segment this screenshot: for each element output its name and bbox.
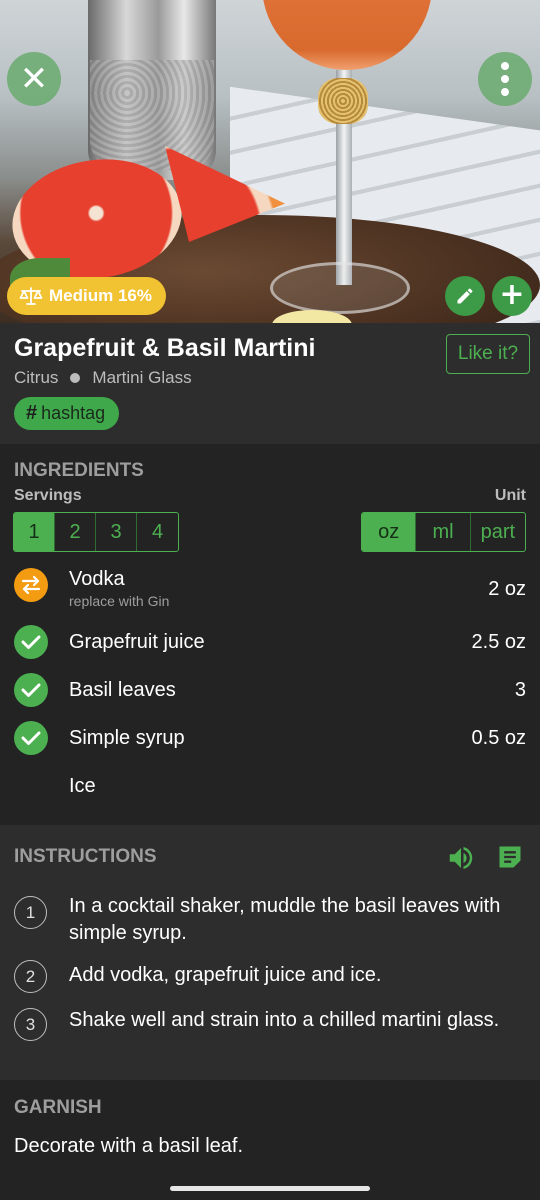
home-indicator[interactable] (170, 1186, 370, 1191)
check-icon[interactable] (14, 625, 48, 659)
unit-option-part[interactable]: part (471, 513, 525, 551)
ingredients-title: INGREDIENTS (14, 460, 144, 481)
step-number: 3 (14, 1008, 47, 1041)
instructions-title: INSTRUCTIONS (14, 846, 157, 867)
servings-label: Servings (14, 487, 82, 504)
instruction-step: 2 Add vodka, grapefruit juice and ice. (0, 960, 540, 993)
ingredient-amount: 0.5 oz (471, 727, 526, 749)
add-button[interactable]: + (492, 276, 532, 316)
close-button[interactable]: ✕ (7, 52, 61, 106)
recipe-header: Grapefruit & Basil Martini Citrus Martin… (0, 323, 540, 444)
unit-option-oz[interactable]: oz (362, 513, 417, 551)
check-icon[interactable] (14, 721, 48, 755)
ingredient-name: Ice (69, 775, 96, 797)
step-number: 1 (14, 896, 47, 929)
servings-option-4[interactable]: 4 (137, 513, 178, 551)
ingredient-row[interactable]: Grapefruit juice 2.5 oz (0, 625, 540, 661)
garnish-title: GARNISH (14, 1097, 102, 1118)
instruction-step: 3 Shake well and strain into a chilled m… (0, 1007, 540, 1063)
strength-label: Medium 16% (49, 286, 152, 305)
glass-label: Martini Glass (92, 368, 192, 387)
strength-badge[interactable]: Medium 16% (7, 277, 166, 315)
step-text: Shake well and strain into a chilled mar… (69, 1009, 500, 1031)
ingredient-row[interactable]: Vodka replace with Gin 2 oz (0, 568, 540, 618)
garnish-section: GARNISH Decorate with a basil leaf. (0, 1080, 540, 1200)
ingredient-name: Simple syrup (69, 727, 185, 749)
close-icon: ✕ (19, 59, 49, 99)
ingredient-row[interactable]: Ice (0, 769, 540, 805)
step-number: 2 (14, 960, 47, 993)
servings-option-3[interactable]: 3 (96, 513, 137, 551)
unit-label: Unit (494, 487, 526, 504)
ingredient-name: Grapefruit juice (69, 631, 205, 653)
recipe-meta: Citrus Martini Glass (14, 368, 192, 388)
ingredient-amount: 3 (514, 679, 526, 701)
more-options-button[interactable] (478, 52, 532, 106)
more-vertical-icon (501, 62, 509, 96)
instructions-section: INSTRUCTIONS 1 In a cocktail shaker, mud… (0, 825, 540, 1080)
ingredients-section: INGREDIENTS Servings Unit 1 2 3 4 oz ml … (0, 444, 540, 824)
like-button[interactable]: Like it? (446, 334, 530, 374)
instruction-step: 1 In a cocktail shaker, muddle the basil… (0, 893, 540, 949)
hashtag-chip[interactable]: # hashtag (14, 397, 120, 430)
pencil-icon (457, 288, 473, 304)
unit-selector: oz ml part (361, 512, 526, 552)
speaker-icon[interactable] (446, 843, 476, 878)
step-text: Add vodka, grapefruit juice and ice. (69, 964, 382, 986)
swap-icon[interactable] (14, 568, 48, 602)
ingredient-amount: 2.5 oz (471, 631, 526, 653)
ingredient-note: replace with Gin (69, 593, 170, 609)
ingredient-row[interactable]: Basil leaves 3 (0, 673, 540, 709)
notes-icon[interactable] (496, 843, 524, 876)
ingredient-amount: 2 oz (488, 578, 526, 600)
check-icon[interactable] (14, 673, 48, 707)
servings-selector: 1 2 3 4 (13, 512, 179, 552)
cocktail-photo (0, 0, 540, 323)
ingredient-name: Basil leaves (69, 679, 176, 701)
ingredient-name: Vodka (69, 568, 125, 590)
step-text: In a cocktail shaker, muddle the basil l… (69, 895, 501, 944)
garnish-text: Decorate with a basil leaf. (14, 1135, 244, 1157)
servings-option-2[interactable]: 2 (55, 513, 96, 551)
edit-button[interactable] (445, 276, 485, 316)
servings-option-1[interactable]: 1 (14, 513, 55, 551)
plus-icon: + (499, 277, 525, 312)
scale-icon (19, 287, 43, 305)
hashtag-label: hashtag (41, 403, 106, 423)
hash-icon: # (26, 402, 38, 424)
ingredient-row[interactable]: Simple syrup 0.5 oz (0, 721, 540, 757)
unit-option-ml[interactable]: ml (416, 513, 471, 551)
category-label: Citrus (14, 368, 59, 387)
separator-dot (70, 373, 81, 383)
recipe-title: Grapefruit & Basil Martini (14, 334, 316, 362)
